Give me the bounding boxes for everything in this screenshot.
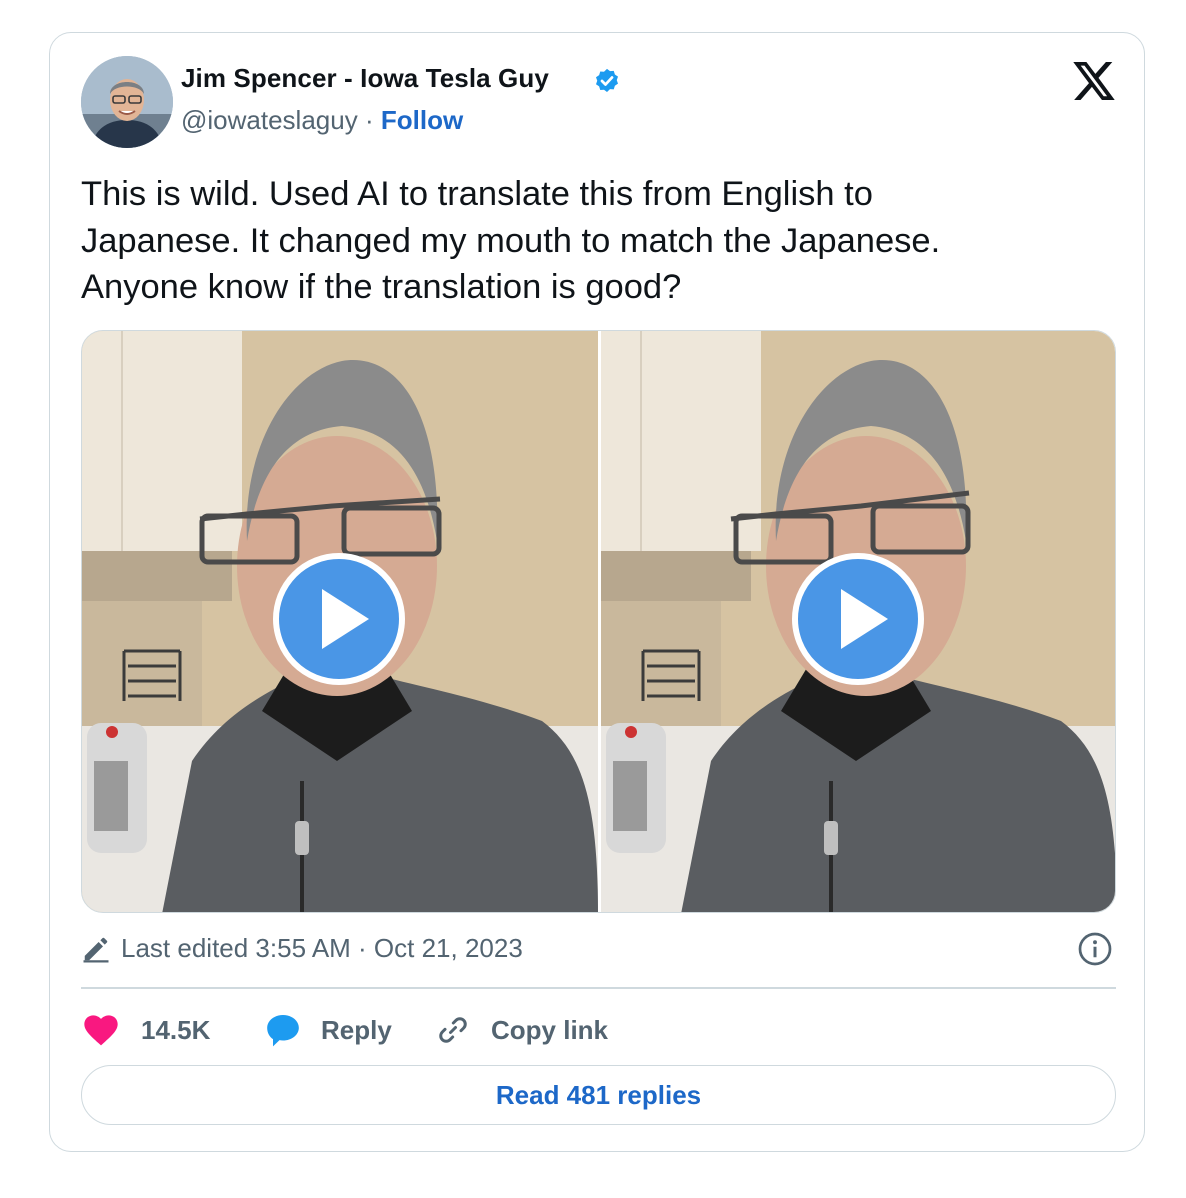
action-bar: 14.5K Reply Copy link (81, 1008, 1116, 1052)
play-button-icon[interactable] (791, 552, 925, 686)
reply-bubble-icon (267, 1015, 299, 1047)
video-thumbnail-original[interactable] (82, 331, 598, 912)
media-grid (81, 330, 1116, 913)
tweet-meta: Last edited 3:55 AM · Oct 21, 2023 (81, 931, 1116, 967)
copy-link-button[interactable]: Copy link (433, 1008, 608, 1052)
tweet-card: Jim Spencer - Iowa Tesla Guy @iowateslag… (49, 32, 1145, 1152)
author-name[interactable]: Jim Spencer - Iowa Tesla Guy (181, 63, 549, 94)
tweet-text: This is wild. Used AI to translate this … (81, 175, 941, 306)
x-logo-icon[interactable] (1073, 62, 1115, 100)
read-replies-button[interactable]: Read 481 replies (81, 1065, 1116, 1125)
handle-row: @iowateslaguy · Follow (181, 105, 463, 136)
like-button[interactable]: 14.5K (81, 1008, 210, 1052)
divider (81, 987, 1116, 989)
reply-button[interactable]: Reply (263, 1008, 392, 1052)
verified-badge-icon (596, 68, 618, 92)
reply-label: Reply (321, 1014, 392, 1045)
like-count: 14.5K (141, 1014, 211, 1045)
follow-link[interactable]: Follow (381, 105, 463, 135)
avatar[interactable] (81, 56, 173, 148)
info-icon[interactable] (1077, 931, 1113, 967)
author-handle[interactable]: @iowateslaguy (181, 105, 358, 135)
pencil-icon (83, 937, 109, 963)
last-edited-timestamp[interactable]: Last edited 3:55 AM · Oct 21, 2023 (121, 933, 523, 964)
link-icon (439, 1017, 467, 1043)
video-thumbnail-translated[interactable] (601, 331, 1115, 912)
read-replies-label: Read 481 replies (495, 1079, 702, 1110)
heart-icon (84, 1015, 118, 1046)
copy-link-label: Copy link (491, 1014, 609, 1045)
play-button-icon[interactable] (272, 552, 406, 686)
separator-dot: · (364, 105, 374, 135)
